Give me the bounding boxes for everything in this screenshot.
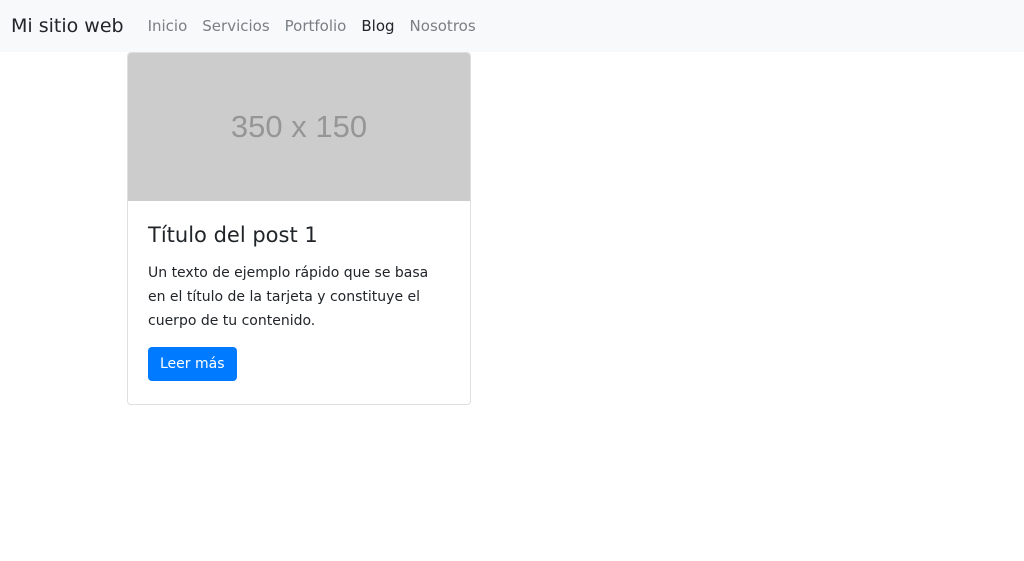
read-more-button[interactable]: Leer más xyxy=(148,347,237,382)
nav-link-nosotros[interactable]: Nosotros xyxy=(410,17,476,35)
post-image-placeholder: 350 x 150 xyxy=(128,53,470,201)
card-body: Título del post 1 Un texto de ejemplo rá… xyxy=(128,201,470,401)
post-card: 350 x 150 Título del post 1 Un texto de … xyxy=(127,52,471,405)
nav-link-portfolio[interactable]: Portfolio xyxy=(285,17,347,35)
nav-link-blog[interactable]: Blog xyxy=(361,17,394,35)
nav-link-servicios[interactable]: Servicios xyxy=(202,17,269,35)
post-title: Título del post 1 xyxy=(148,223,318,247)
placeholder-label: 350 x 150 xyxy=(230,109,368,144)
post-text: Un texto de ejemplo rápido que se basa e… xyxy=(148,265,429,330)
navbar: Mi sitio web Inicio Servicios Portfolio … xyxy=(0,0,1024,52)
brand-link[interactable]: Mi sitio web xyxy=(11,15,124,37)
nav-link-inicio[interactable]: Inicio xyxy=(148,17,188,35)
